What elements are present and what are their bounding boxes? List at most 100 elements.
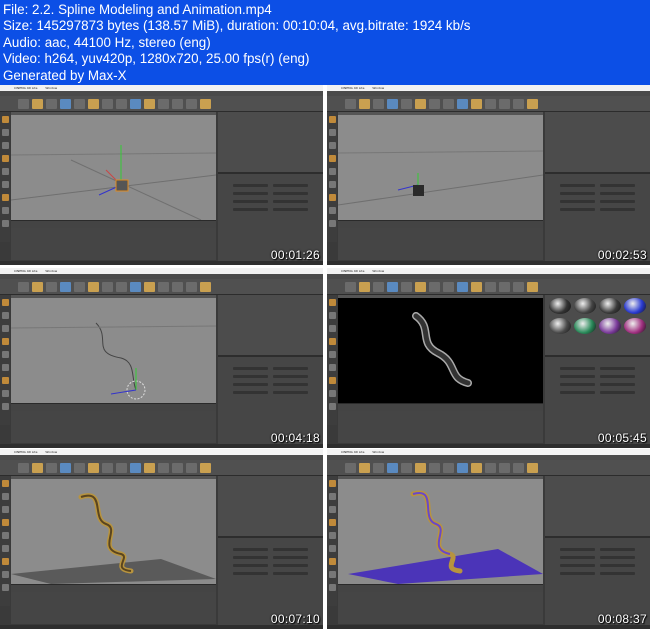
tool-icon bbox=[2, 532, 9, 539]
timeline[interactable] bbox=[338, 220, 543, 228]
timeline[interactable] bbox=[11, 403, 216, 411]
attribute-field bbox=[273, 208, 308, 211]
attributes-panel bbox=[545, 112, 650, 262]
app-menu[interactable]: CINEMA 4D Lite bbox=[14, 86, 37, 90]
tool-icon bbox=[2, 584, 9, 591]
material-swatch bbox=[574, 318, 596, 334]
3d-viewport[interactable] bbox=[11, 479, 216, 584]
toolbar-icon bbox=[415, 463, 426, 473]
attribute-field bbox=[560, 383, 595, 386]
attribute-field bbox=[560, 556, 595, 559]
app-menu[interactable]: CINEMA 4D Lite bbox=[341, 450, 364, 454]
toolbar-icon bbox=[144, 463, 155, 473]
toolbar-icon bbox=[60, 99, 71, 109]
toolbar-icon bbox=[158, 282, 169, 292]
attribute-field bbox=[600, 375, 635, 378]
toolbar-icon bbox=[186, 463, 197, 473]
toolbar-icon bbox=[443, 282, 454, 292]
tool-icon bbox=[329, 480, 336, 487]
window-menu[interactable]: Window bbox=[45, 269, 57, 273]
tool-icon bbox=[329, 325, 336, 332]
window-menu[interactable]: Window bbox=[45, 86, 57, 90]
attribute-field bbox=[560, 391, 595, 394]
attribute-field bbox=[600, 564, 635, 567]
tool-icon bbox=[2, 129, 9, 136]
video-info: Video: h264, yuv420p, 1280x720, 25.00 fp… bbox=[3, 51, 310, 67]
video-thumbnail: CINEMA 4D Lite Window 00:04:18 bbox=[0, 268, 323, 448]
tool-icon bbox=[329, 584, 336, 591]
window-menu[interactable]: Window bbox=[372, 269, 384, 273]
3d-viewport[interactable] bbox=[11, 115, 216, 220]
file-name: File: 2.2. Spline Modeling and Animation… bbox=[3, 2, 272, 17]
window-menu[interactable]: Window bbox=[45, 450, 57, 454]
material-swatch bbox=[574, 298, 596, 314]
attribute-field bbox=[273, 184, 308, 187]
window-menu[interactable]: Window bbox=[372, 86, 384, 90]
app-menu[interactable]: CINEMA 4D Lite bbox=[341, 269, 364, 273]
toolbar-icon bbox=[471, 99, 482, 109]
app-menu[interactable]: CINEMA 4D Lite bbox=[14, 269, 37, 273]
tool-icon bbox=[2, 506, 9, 513]
toolbar-icon bbox=[359, 463, 370, 473]
3d-viewport[interactable] bbox=[338, 115, 543, 220]
attribute-field bbox=[560, 200, 595, 203]
attribute-field bbox=[560, 548, 595, 551]
toolbar-icon bbox=[359, 99, 370, 109]
left-toolbar bbox=[0, 112, 10, 242]
window-menu[interactable]: Window bbox=[372, 450, 384, 454]
attribute-field bbox=[233, 556, 268, 559]
toolbar-icon bbox=[401, 463, 412, 473]
app-menu[interactable]: CINEMA 4D Lite bbox=[14, 450, 37, 454]
object-manager bbox=[545, 476, 650, 538]
tool-icon bbox=[2, 168, 9, 175]
app-menu[interactable]: CINEMA 4D Lite bbox=[341, 86, 364, 90]
3d-viewport[interactable] bbox=[338, 298, 543, 403]
scene-render bbox=[348, 490, 543, 584]
3d-viewport[interactable] bbox=[11, 298, 216, 403]
3d-viewport[interactable] bbox=[338, 479, 543, 584]
generator-credit: Generated by Max-X bbox=[3, 67, 127, 83]
attribute-field bbox=[560, 572, 595, 575]
attribute-field bbox=[600, 192, 635, 195]
toolbar-icon bbox=[387, 282, 398, 292]
tool-icon bbox=[329, 493, 336, 500]
tool-icon bbox=[2, 194, 9, 201]
toolbar-icon bbox=[130, 99, 141, 109]
timeline[interactable] bbox=[11, 220, 216, 228]
timeline[interactable] bbox=[11, 584, 216, 592]
timeline[interactable] bbox=[338, 584, 543, 592]
toolbar-icon bbox=[32, 282, 43, 292]
toolbar-icon bbox=[88, 463, 99, 473]
tool-icon bbox=[329, 168, 336, 175]
toolbar-icon bbox=[172, 282, 183, 292]
tool-icon bbox=[329, 220, 336, 227]
toolbar-icon bbox=[158, 99, 169, 109]
toolbar-icon bbox=[200, 99, 211, 109]
toolbar-icon bbox=[485, 282, 496, 292]
toolbar-icon bbox=[88, 282, 99, 292]
tool-icon bbox=[329, 351, 336, 358]
toolbar-icon bbox=[32, 99, 43, 109]
attribute-field bbox=[273, 556, 308, 559]
toolbar-icon bbox=[499, 463, 510, 473]
tool-icon bbox=[2, 299, 9, 306]
timestamp: 00:02:53 bbox=[597, 248, 647, 262]
toolbar-icon bbox=[373, 282, 384, 292]
toolbar-icon bbox=[527, 282, 538, 292]
object-manager bbox=[218, 476, 323, 538]
attribute-field bbox=[273, 192, 308, 195]
attribute-field bbox=[600, 208, 635, 211]
left-toolbar bbox=[0, 295, 10, 425]
toolbar-icon bbox=[130, 282, 141, 292]
toolbar-icon bbox=[18, 282, 29, 292]
tool-icon bbox=[2, 403, 9, 410]
tool-icon bbox=[329, 142, 336, 149]
toolbar-icon bbox=[387, 463, 398, 473]
main-toolbar bbox=[0, 460, 323, 476]
tool-icon bbox=[2, 142, 9, 149]
object-manager bbox=[218, 112, 323, 174]
attribute-field bbox=[600, 548, 635, 551]
attribute-field bbox=[233, 375, 268, 378]
timeline[interactable] bbox=[338, 403, 543, 411]
toolbar-icon bbox=[443, 463, 454, 473]
